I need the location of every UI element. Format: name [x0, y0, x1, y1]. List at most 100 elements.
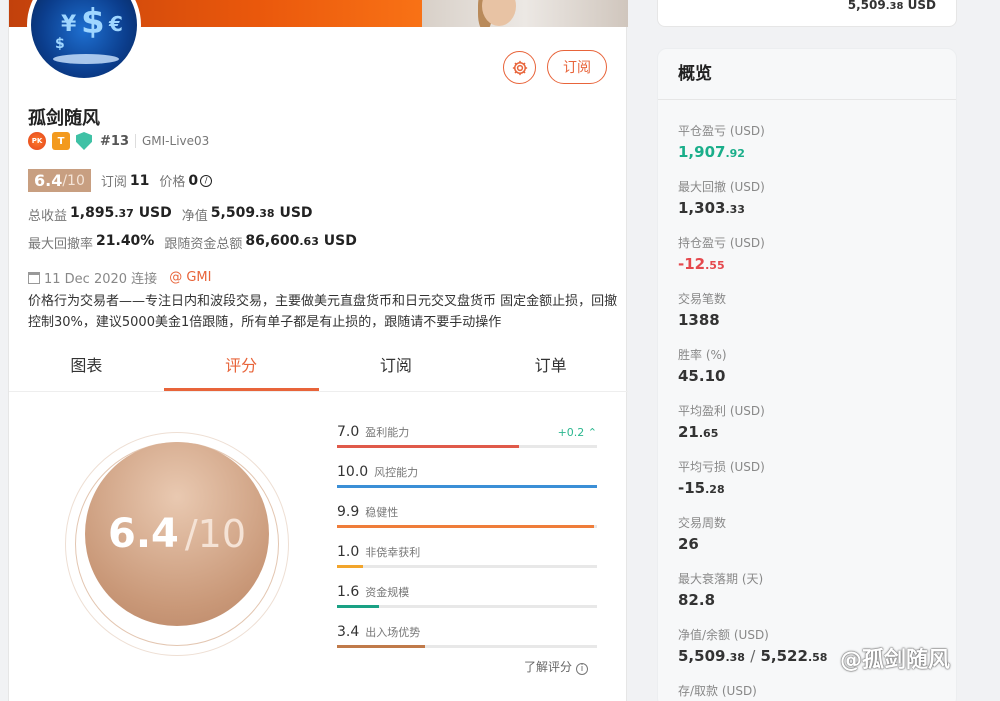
tier-badge-icon: T: [52, 132, 70, 150]
metric-bar-fill: [337, 445, 519, 448]
overview-item: 持仓盈亏 (USD) -12.55: [678, 234, 765, 273]
metric-bar-track: [337, 445, 597, 448]
tab-chart[interactable]: 图表: [9, 343, 164, 391]
subscribers-count: 11: [129, 172, 150, 189]
overview-item: 交易周数 26: [678, 514, 726, 553]
overview-item: 胜率 (%) 45.10: [678, 346, 727, 385]
metric-name: 非侥幸获利: [365, 546, 421, 559]
overview-item: 交易笔数 1388: [678, 290, 726, 329]
rank-number: #13: [100, 133, 129, 149]
metric-bar-fill: [337, 525, 595, 528]
metric-name: 风控能力: [374, 466, 419, 479]
score-panel: 6.4/10 7.0 盈利能力 +0.2 ⌃ 10.0 风控能力 9.9 稳健性 1.0 非侥幸…: [9, 392, 628, 701]
metric-score: 7.0: [337, 424, 360, 440]
overview-item: 平均盈利 (USD) 21.65: [678, 402, 765, 441]
overview-value: 21.65: [678, 423, 719, 441]
overview-value: 1388: [678, 311, 720, 329]
tab-orders[interactable]: 订单: [473, 343, 628, 391]
overview-label: 平均亏损 (USD): [678, 460, 765, 474]
metric-bar-track: [337, 645, 597, 648]
overview-label: 最大回撤 (USD): [678, 180, 765, 194]
subscribe-button[interactable]: 订阅: [547, 50, 607, 84]
gear-icon: [512, 60, 527, 75]
score-metric: 3.4 出入场优势: [337, 624, 597, 648]
overview-value: -15.28: [678, 479, 725, 497]
metric-bar-fill: [337, 645, 426, 648]
overview-title: 概览: [658, 49, 956, 100]
metric-delta: +0.2 ⌃: [557, 426, 597, 439]
metric-bar-track: [337, 605, 597, 608]
trader-name: 孤剑随风: [28, 108, 100, 129]
overview-value: 45.10: [678, 367, 726, 385]
tab-subscribe[interactable]: 订阅: [319, 343, 474, 391]
metric-bar-track: [337, 525, 597, 528]
metric-bar-fill: [337, 565, 363, 568]
overview-value: 26: [678, 535, 699, 553]
metric-bar-fill: [337, 605, 379, 608]
overview-label: 交易笔数: [678, 292, 727, 306]
score-metric: 1.0 非侥幸获利: [337, 544, 597, 568]
account-name: GMI-Live03: [134, 134, 209, 148]
score-badge: 6.4/10: [28, 169, 91, 192]
overview-value: 82.8: [678, 591, 716, 609]
shield-icon: [76, 132, 92, 150]
overview-panel: 概览 平仓盈亏 (USD) 1,907.92 最大回撤 (USD) 1,303.33 持…: [657, 48, 957, 701]
trader-description: 价格行为交易者——专注日内和波段交易，主要做美元直盘货币和日元交叉盘货币 固定金…: [28, 294, 618, 330]
metric-bar-fill: [337, 485, 597, 488]
equity-value: 5,509.38 USD: [210, 205, 313, 221]
banner-photo: [422, 0, 628, 27]
settings-button[interactable]: [503, 51, 536, 84]
overview-label: 净值/余额 (USD): [678, 628, 769, 642]
follow-funds-value: 86,600.63 USD: [245, 233, 357, 249]
currency-icon: /: [200, 174, 213, 187]
avatar[interactable]: ¥ $ € $: [27, 0, 141, 82]
metric-score: 1.0: [337, 544, 360, 560]
metric-bar-track: [337, 565, 597, 568]
chevron-up-icon: ⌃: [587, 426, 597, 439]
overview-item: 最大回撤 (USD) 1,303.33: [678, 178, 765, 217]
overview-label: 持仓盈亏 (USD): [678, 236, 765, 250]
connect-date-row: 11 Dec 2020 连接 @ GMI: [28, 268, 211, 287]
broker-link[interactable]: @ GMI: [169, 270, 211, 285]
price-label: 价格: [159, 175, 186, 190]
tab-score[interactable]: 评分: [163, 343, 319, 391]
metric-score: 3.4: [337, 624, 360, 640]
overview-label: 胜率 (%): [678, 348, 727, 362]
overview-value: 1,907.92: [678, 143, 745, 161]
right-summary-value: 5,509.38 USD: [847, 0, 936, 12]
metric-bar-track: [337, 485, 597, 488]
overview-item: 最大衰落期 (天) 82.8: [678, 570, 763, 609]
profit-row: 总收益 1,895.37 USD 净值 5,509.38 USD: [28, 205, 313, 224]
subscribers-label: 订阅: [100, 175, 127, 190]
overview-label: 交易周数: [678, 516, 727, 530]
max-drawdown-value: 21.40%: [96, 233, 155, 249]
metric-score: 9.9: [337, 504, 360, 520]
overview-item: 平均亏损 (USD) -15.28: [678, 458, 765, 497]
right-summary-card: 5,509.38 USD: [657, 0, 957, 27]
metric-name: 盈利能力: [365, 426, 410, 439]
info-icon: i: [576, 663, 589, 675]
overview-value: -12.55: [678, 255, 725, 273]
watermark: @孤剑随风: [840, 648, 951, 673]
pk-badge-icon: PK: [28, 132, 46, 150]
score-metric: 7.0 盈利能力 +0.2 ⌃: [337, 424, 597, 448]
page-root: 5,509.38 USD ¥ $ € $ 订阅 孤剑随风 PK T #13 GM…: [0, 0, 1000, 701]
total-profit-value: 1,895.37 USD: [70, 205, 172, 221]
metric-score: 10.0: [337, 464, 369, 480]
badge-row: PK T #13 GMI-Live03: [28, 132, 209, 150]
overview-label: 平均盈利 (USD): [678, 404, 765, 418]
overview-value: 1,303.33: [678, 199, 745, 217]
drawdown-row: 最大回撤率 21.40% 跟随资金总额 86,600.63 USD: [28, 233, 357, 252]
trader-profile-card: ¥ $ € $ 订阅 孤剑随风 PK T #13 GMI-Live03 6.4/…: [8, 0, 628, 701]
score-metric: 9.9 稳健性: [337, 504, 597, 528]
connect-date: 11 Dec 2020 连接: [44, 272, 158, 287]
metric-name: 出入场优势: [365, 626, 421, 639]
score-metric: 1.6 资金规模: [337, 584, 597, 608]
price-value: 0: [188, 172, 199, 189]
learn-score-link[interactable]: 了解评分 i: [524, 658, 589, 675]
metric-name: 稳健性: [365, 506, 399, 519]
metric-score: 1.6: [337, 584, 360, 600]
overview-item: 净值/余额 (USD) 5,509.38 / 5,522.58: [678, 626, 827, 665]
overview-label: 存/取款 (USD): [678, 684, 757, 698]
overview-label: 最大衰落期 (天): [678, 572, 764, 586]
